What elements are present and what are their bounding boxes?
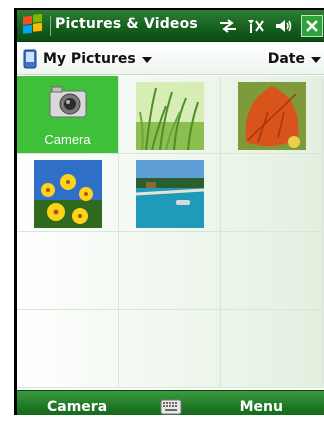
close-icon bbox=[306, 20, 318, 32]
photo-thumbnail-flowers bbox=[34, 160, 102, 228]
status-icons bbox=[217, 14, 323, 38]
device-icon bbox=[23, 49, 37, 69]
sort-label: Date bbox=[267, 51, 305, 67]
camera-tile[interactable]: Camera bbox=[17, 76, 119, 154]
bottom-strip bbox=[0, 415, 324, 427]
volume-icon[interactable] bbox=[273, 15, 295, 37]
photo-thumbnail-leaf bbox=[238, 82, 306, 150]
camera-label: Camera bbox=[44, 132, 91, 147]
photo-thumbnail-pool bbox=[136, 160, 204, 228]
photo-thumbnail-grass bbox=[136, 82, 204, 150]
right-softkey[interactable]: Menu bbox=[240, 399, 283, 415]
thumbnail-cell[interactable] bbox=[17, 154, 119, 232]
empty-cell bbox=[17, 232, 119, 310]
chevron-down-icon bbox=[311, 57, 321, 63]
empty-cell bbox=[119, 232, 221, 310]
title-divider bbox=[50, 16, 51, 36]
signal-icon[interactable] bbox=[245, 15, 267, 37]
camera-icon bbox=[49, 86, 87, 118]
title-bar: Pictures & Videos bbox=[17, 10, 324, 42]
windows-start-icon[interactable] bbox=[21, 13, 47, 38]
close-button[interactable] bbox=[301, 15, 323, 37]
connectivity-icon[interactable] bbox=[217, 15, 239, 37]
screen: Pictures & Videos My Pictures Date Camer… bbox=[17, 10, 324, 425]
keyboard-icon[interactable] bbox=[160, 398, 182, 416]
empty-cell bbox=[17, 310, 119, 388]
empty-cell bbox=[221, 154, 323, 232]
empty-cell bbox=[119, 310, 221, 388]
thumbnail-cell[interactable] bbox=[221, 76, 323, 154]
folder-dropdown[interactable]: My Pictures bbox=[23, 49, 152, 69]
empty-cell bbox=[221, 310, 323, 388]
app-title: Pictures & Videos bbox=[55, 16, 198, 32]
empty-cell bbox=[221, 232, 323, 310]
chevron-down-icon bbox=[141, 57, 152, 63]
thumbnail-cell[interactable] bbox=[119, 154, 221, 232]
left-softkey[interactable]: Camera bbox=[47, 399, 107, 415]
folder-label: My Pictures bbox=[43, 51, 136, 67]
folder-toolbar: My Pictures Date bbox=[17, 43, 324, 75]
sort-dropdown[interactable]: Date bbox=[268, 49, 321, 69]
thumbnail-cell[interactable] bbox=[119, 76, 221, 154]
thumbnail-grid: Camera bbox=[17, 76, 324, 388]
